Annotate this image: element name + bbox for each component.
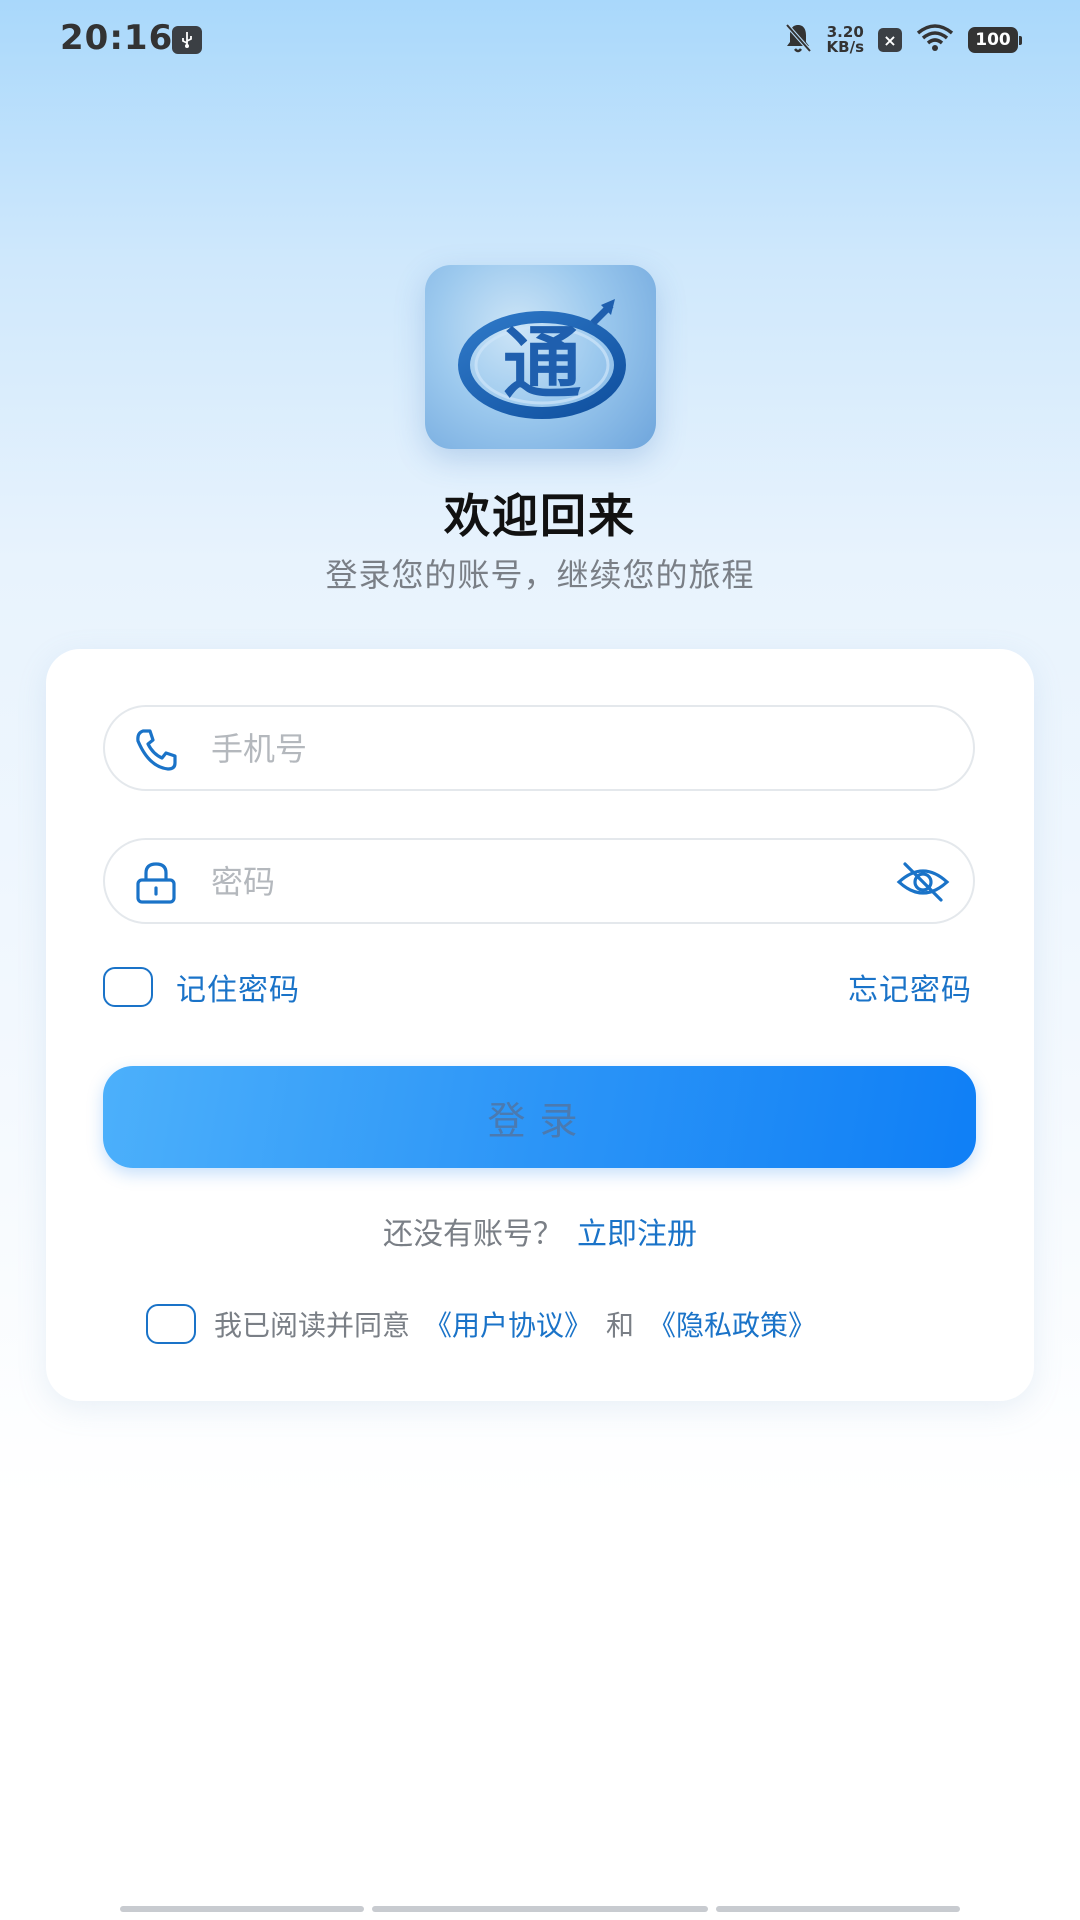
login-button[interactable]: 登录 (103, 1066, 976, 1168)
logo-glyph: 通 (503, 319, 581, 409)
phone-icon (133, 727, 179, 773)
usb-debug-icon (172, 26, 202, 54)
bell-muted-icon (783, 22, 813, 58)
gesture-segment (371, 1906, 709, 1912)
gesture-bar (120, 1906, 960, 1914)
register-row: 还没有账号？ 立即注册 (46, 1209, 1034, 1253)
phone-field[interactable] (103, 705, 975, 791)
privacy-policy-link[interactable]: 《隐私政策》 (648, 1304, 816, 1344)
wifi-icon (916, 23, 954, 57)
status-bar: 20:16 3.20 KB/s × 100 (0, 0, 1080, 80)
forgot-password-link[interactable]: 忘记密码 (848, 965, 972, 1009)
status-icons: 3.20 KB/s × 100 (783, 20, 1022, 60)
page-title: 欢迎回来 (444, 489, 636, 543)
agree-text: 我已阅读并同意 (214, 1309, 411, 1342)
status-time: 20:16 (60, 18, 174, 58)
no-account-text: 还没有账号？ (383, 1217, 563, 1252)
app-logo: 通 (425, 265, 656, 449)
agreement-row: 我已阅读并同意 《用户协议》 和 《隐私政策》 (146, 1304, 816, 1344)
user-agreement-link[interactable]: 《用户协议》 (424, 1304, 592, 1344)
eye-off-icon[interactable] (895, 858, 951, 906)
register-link[interactable]: 立即注册 (577, 1217, 697, 1252)
gesture-segment (120, 1906, 364, 1912)
gesture-segment (716, 1906, 960, 1912)
phone-input[interactable] (209, 721, 853, 777)
battery-icon: 100 (968, 27, 1022, 53)
remember-checkbox[interactable] (103, 967, 153, 1007)
password-input[interactable] (209, 854, 853, 910)
login-card: 记住密码 忘记密码 登录 还没有账号？ 立即注册 我已阅读并同意 《用户协议》 和… (46, 649, 1034, 1401)
page-subtitle: 登录您的账号，继续您的旅程 (325, 556, 755, 594)
net-speed-unit: KB/s (826, 38, 864, 56)
agree-checkbox[interactable] (146, 1304, 196, 1344)
net-speed: 3.20 KB/s (827, 25, 864, 55)
remember-label[interactable]: 记住密码 (176, 965, 300, 1009)
and-text: 和 (606, 1309, 635, 1342)
lock-icon (133, 860, 179, 906)
sim-off-icon: × (878, 28, 902, 52)
password-field[interactable] (103, 838, 975, 924)
